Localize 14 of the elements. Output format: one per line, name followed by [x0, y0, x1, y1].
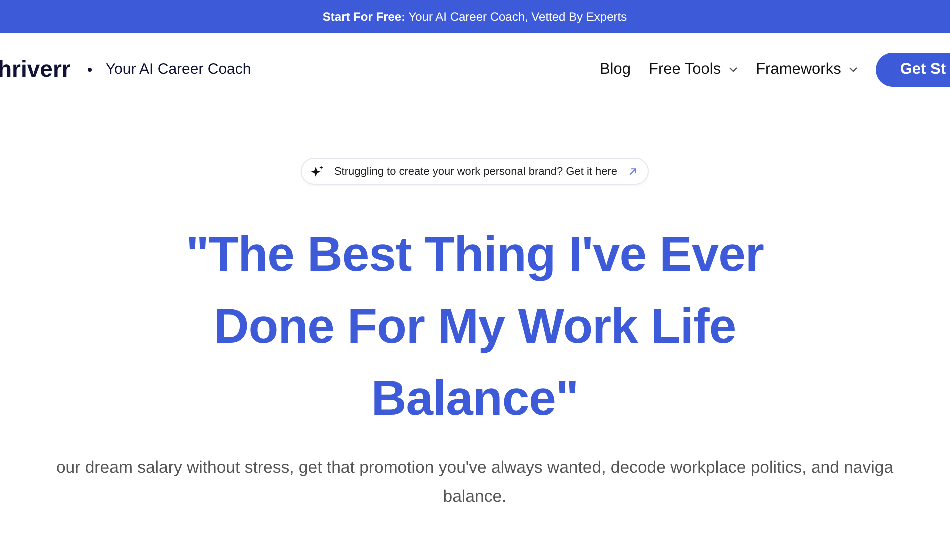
tagline: Your AI Career Coach — [106, 61, 252, 78]
hero-headline: "The Best Thing I've Ever Done For My Work Life Balance" — [185, 227, 765, 428]
nav-link[interactable]: Frameworks — [756, 60, 858, 78]
hero-subtitle: our dream salary without stress, get that promotion you've always wanted, decode workplace politics, and naviga balance. — [56, 457, 894, 508]
banner-text: Start For Free: Your AI Career Coach, Vetted By Experts — [322, 10, 628, 24]
get-started-button[interactable]: Get St — [876, 52, 950, 86]
separator-dot — [88, 68, 92, 72]
nav-link[interactable]: Free Tools — [648, 60, 738, 78]
chevron-down-icon — [849, 66, 858, 72]
arrow-up-right-icon — [628, 166, 638, 176]
promo-link[interactable]: Struggling to create your work personal brand? Get it here — [301, 158, 649, 185]
nav-link[interactable]: Blog — [600, 60, 631, 78]
chevron-down-icon — [729, 66, 738, 72]
sparkle-icon — [310, 164, 324, 178]
